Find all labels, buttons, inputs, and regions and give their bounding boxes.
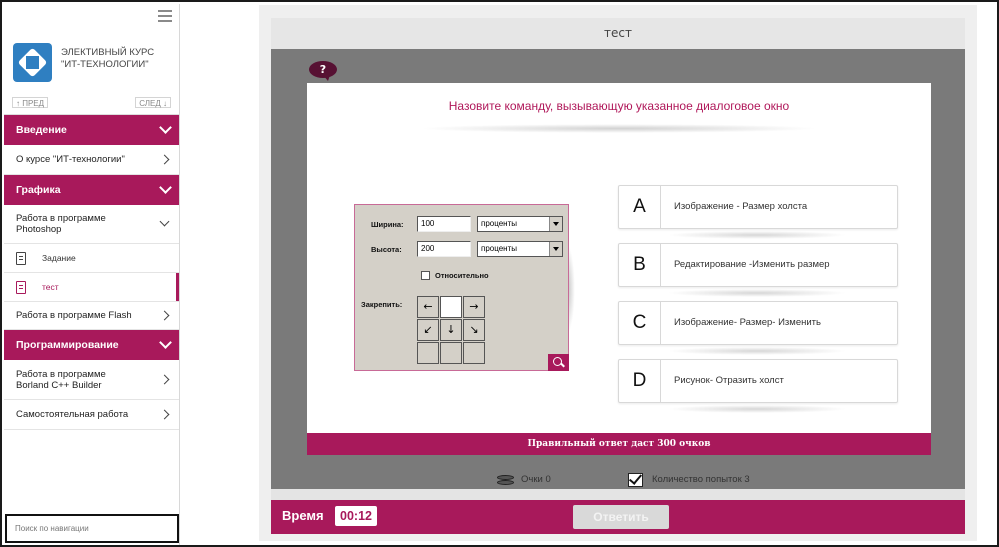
menu-item-label: Работа в программе Flash [16, 310, 132, 321]
menu-item-label: О курсе "ИТ-технологии" [16, 154, 125, 165]
anchor-label: Закрепить: [361, 300, 403, 309]
answer-option-a[interactable]: A Изображение - Размер холста [618, 185, 898, 229]
chevron-down-icon [159, 181, 172, 194]
score-label: Очки 0 [521, 474, 551, 485]
navigation-search-input[interactable]: Поиск по навигации [5, 514, 179, 543]
course-logo-icon [13, 43, 52, 82]
menu-item-label: Самостоятельная работа [16, 409, 129, 420]
submenu-item-test[interactable]: тест [4, 273, 179, 302]
height-unit-select: проценты [477, 241, 563, 257]
anchor-cell [417, 342, 439, 364]
width-value: 100 [417, 216, 471, 232]
menu-item-label-line2: Photoshop [16, 224, 62, 235]
time-label: Время [282, 508, 324, 523]
menu-item-about-course[interactable]: О курсе "ИТ-технологии" [4, 145, 179, 175]
option-letter: A [619, 186, 661, 228]
navigation-menu: Введение О курсе "ИТ-технологии" Графика… [4, 115, 179, 430]
chevron-down-icon [159, 121, 172, 134]
anchor-cell: ↘ [463, 319, 485, 341]
option-text: Рисунок- Отразить холст [674, 375, 784, 386]
player-inner: тест ? Назовите команду, вызывающую указ… [271, 18, 965, 534]
option-letter: B [619, 244, 661, 286]
option-text: Редактирование -Изменить размер [674, 259, 830, 270]
menu-item-label-line2: Borland C++ Builder [16, 379, 102, 391]
dropdown-arrow-icon [549, 217, 562, 231]
document-icon [16, 252, 26, 265]
score-stat: Очки 0 [497, 472, 551, 488]
menu-item-label-line1: Работа в программе [16, 213, 106, 224]
submit-button[interactable]: Ответить [573, 505, 669, 529]
relative-label: Относительно [435, 271, 489, 280]
dialog-image: Ширина: 100 проценты Высота: 200 процент… [354, 204, 575, 371]
anchor-cell: ← [417, 296, 439, 318]
height-label: Высота: [371, 245, 402, 254]
option-letter: D [619, 360, 661, 402]
height-value: 200 [417, 241, 471, 257]
attempts-label: Количество попыток 3 [652, 474, 750, 485]
chevron-down-icon [159, 336, 172, 349]
course-title-line2: "ИТ-ТЕХНОЛОГИИ" [61, 59, 149, 70]
anchor-cell: ↙ [417, 319, 439, 341]
option-text: Изображение - Размер холста [674, 201, 808, 212]
screen-frame: ЭЛЕКТИВНЫЙ КУРС "ИТ-ТЕХНОЛОГИИ" ↑ ПРЕД С… [0, 0, 999, 547]
answer-option-c[interactable]: C Изображение- Размер- Изменить [618, 301, 898, 345]
checkbox-icon [628, 473, 643, 487]
anchor-cell: ↓ [440, 319, 462, 341]
menu-item-photoshop[interactable]: Работа в программе Photoshop [4, 205, 179, 244]
menu-item-flash[interactable]: Работа в программе Flash [4, 302, 179, 330]
next-button[interactable]: СЛЕД ↓ [135, 97, 171, 108]
attempts-stat: Количество попыток 3 [628, 472, 750, 488]
prev-button[interactable]: ↑ ПРЕД [12, 97, 49, 108]
anchor-cell [440, 342, 462, 364]
section-introduction[interactable]: Введение [4, 115, 179, 145]
chevron-right-icon [159, 310, 170, 320]
anchor-cell [463, 342, 485, 364]
answer-option-d[interactable]: D Рисунок- Отразить холст [618, 359, 898, 403]
chevron-down-icon [159, 216, 170, 227]
relative-checkbox [421, 271, 430, 280]
section-title: Графика [16, 184, 61, 196]
slide-title: тест [271, 18, 965, 49]
chevron-right-icon [159, 374, 170, 384]
width-unit-select: проценты [477, 216, 563, 232]
section-title: Введение [16, 124, 67, 136]
menu-icon[interactable] [158, 10, 172, 23]
chevron-right-icon [159, 154, 170, 164]
points-banner: Правильный ответ даст 300 очков [307, 433, 931, 455]
stats-bar: Очки 0 Количество попыток 3 [271, 469, 965, 489]
slide-area: ? Назовите команду, вызывающую указанное… [271, 49, 965, 489]
question-underline-shadow [419, 124, 819, 133]
coins-icon [497, 475, 514, 486]
menu-item-borland[interactable]: Работа в программе Borland C++ Builder [4, 360, 179, 400]
zoom-icon[interactable] [548, 354, 569, 371]
anchor-cell-selected [440, 296, 462, 318]
bottom-bar: Время 00:12 Ответить [271, 500, 965, 534]
submenu-item-label: Задание [42, 253, 76, 263]
slide-content: Назовите команду, вызывающую указанное д… [307, 83, 931, 433]
chevron-right-icon [159, 409, 170, 419]
section-graphics[interactable]: Графика [4, 175, 179, 205]
slide-player: тест ? Назовите команду, вызывающую указ… [259, 5, 977, 541]
section-programming[interactable]: Программирование [4, 330, 179, 360]
sidebar: ЭЛЕКТИВНЫЙ КУРС "ИТ-ТЕХНОЛОГИИ" ↑ ПРЕД С… [4, 4, 180, 545]
menu-item-label-line1: Работа в программе [16, 368, 106, 380]
option-text: Изображение- Размер- Изменить [674, 317, 821, 328]
question-text: Назовите команду, вызывающую указанное д… [448, 99, 790, 113]
quiz-icon [16, 281, 26, 294]
anchor-cell: → [463, 296, 485, 318]
option-letter: C [619, 302, 661, 344]
section-title: Программирование [16, 339, 119, 351]
dropdown-arrow-icon [549, 242, 562, 256]
menu-item-independent-work[interactable]: Самостоятельная работа [4, 400, 179, 430]
submenu-item-task[interactable]: Задание [4, 244, 179, 273]
canvas-size-dialog: Ширина: 100 проценты Высота: 200 процент… [354, 204, 569, 371]
timer-value: 00:12 [335, 506, 377, 526]
answer-option-b[interactable]: B Редактирование -Изменить размер [618, 243, 898, 287]
width-label: Ширина: [371, 220, 404, 229]
submenu-item-label: тест [42, 282, 59, 292]
question-bubble-icon[interactable]: ? [309, 61, 337, 81]
course-title: ЭЛЕКТИВНЫЙ КУРС "ИТ-ТЕХНОЛОГИИ" [61, 47, 173, 71]
course-title-line1: ЭЛЕКТИВНЫЙ КУРС [61, 47, 155, 58]
anchor-grid: ← → ↙ ↓ ↘ [417, 296, 486, 365]
